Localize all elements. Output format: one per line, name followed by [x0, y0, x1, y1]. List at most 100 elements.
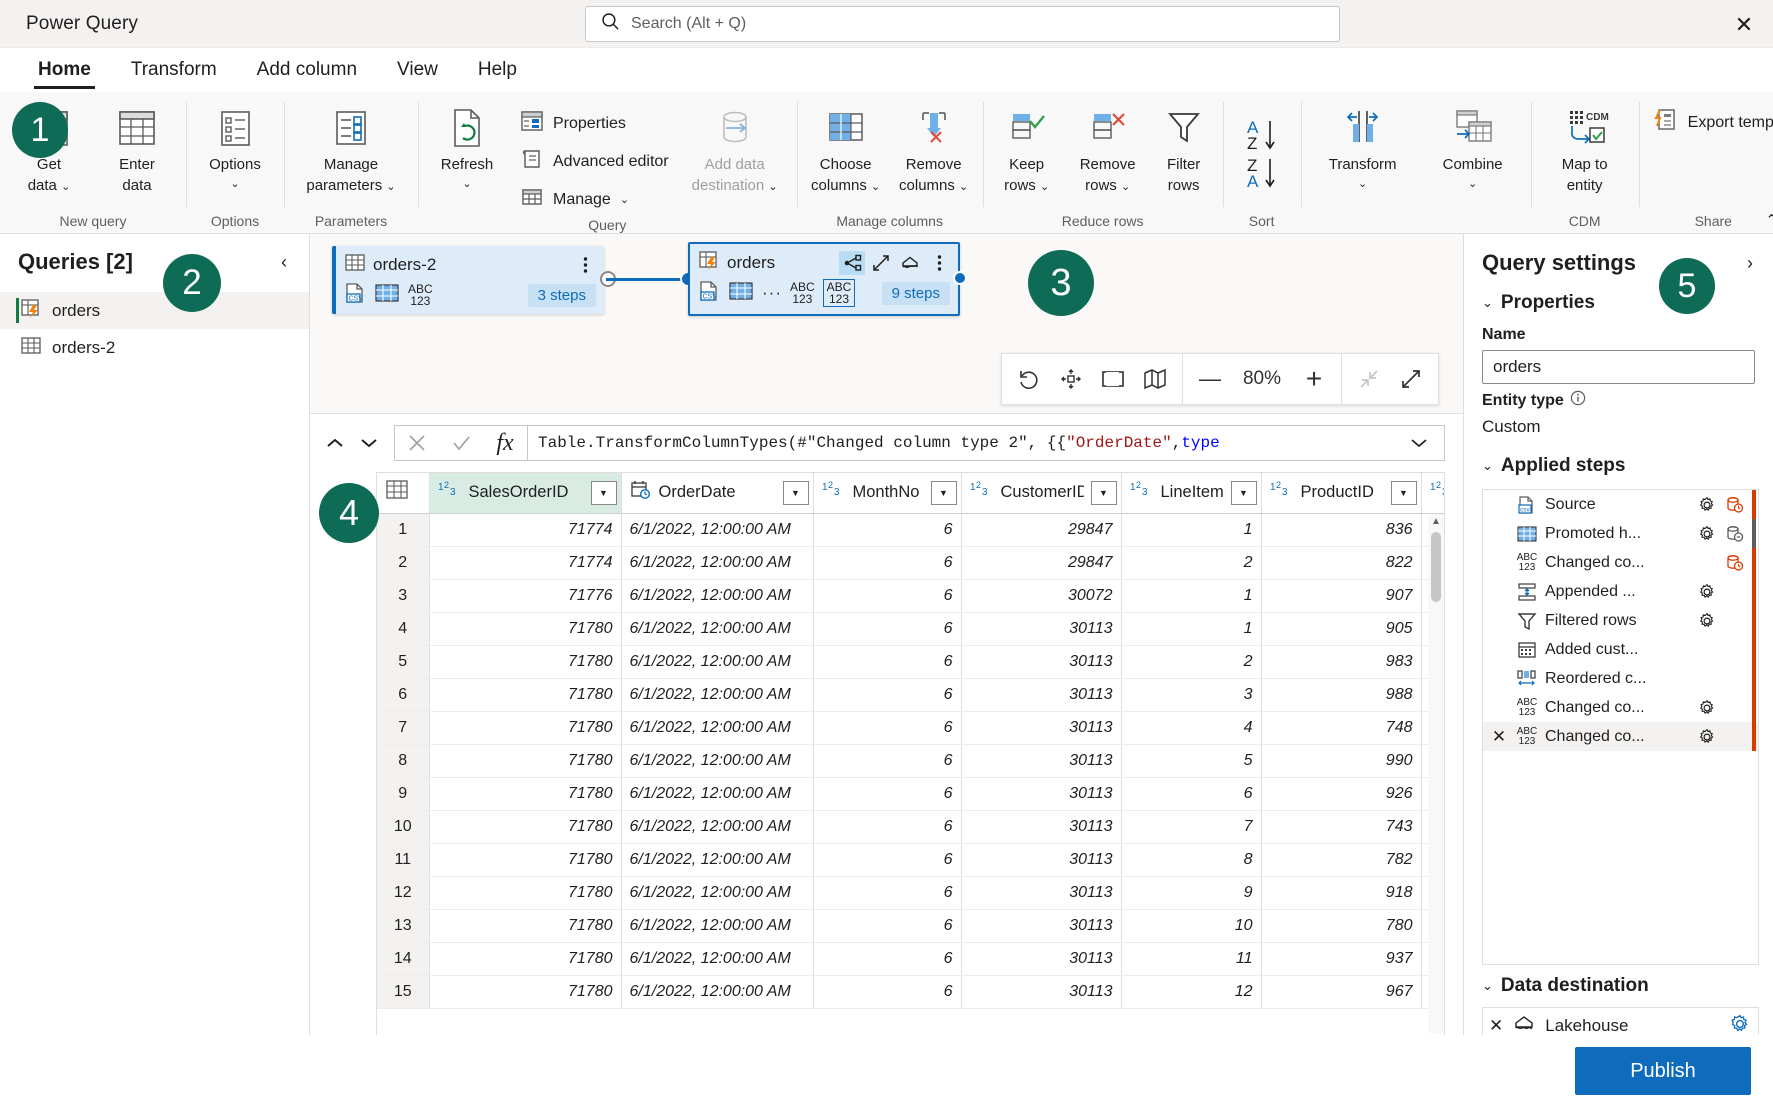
column-header-monthno[interactable]: 123 MonthNo ▼: [813, 473, 961, 513]
properties-button[interactable]: Properties: [512, 106, 677, 141]
table-row[interactable]: 11717806/1/2022, 12:00:00 AM6301138782: [377, 843, 1444, 876]
table-cell[interactable]: 11: [1121, 942, 1261, 975]
table-cell[interactable]: 990: [1261, 744, 1421, 777]
scroll-up-arrow[interactable]: ▲: [1431, 514, 1441, 530]
table-cell[interactable]: 780: [1261, 909, 1421, 942]
table-row[interactable]: 5717806/1/2022, 12:00:00 AM6301132983: [377, 645, 1444, 678]
table-cell[interactable]: 29847: [961, 513, 1121, 546]
table-cell[interactable]: 907: [1261, 579, 1421, 612]
filter-dropdown-icon[interactable]: ▼: [931, 481, 957, 505]
tab-home[interactable]: Home: [22, 48, 107, 91]
expand-diagonal-icon[interactable]: [1390, 359, 1432, 399]
transform-button[interactable]: Transform ⌄: [1307, 100, 1419, 190]
table-cell[interactable]: 836: [1261, 513, 1421, 546]
table-row[interactable]: 1717746/1/2022, 12:00:00 AM6298471836: [377, 513, 1444, 546]
expand-diagonal-icon[interactable]: [868, 251, 894, 275]
tab-help[interactable]: Help: [462, 48, 533, 91]
map-to-entity-button[interactable]: CDM Map to entity: [1537, 100, 1633, 194]
diagram-view[interactable]: orders-2 CSV: [310, 234, 1463, 414]
filter-dropdown-icon[interactable]: ▼: [783, 481, 809, 505]
table-cell[interactable]: 6/1/2022, 12:00:00 AM: [621, 942, 813, 975]
table-cell[interactable]: 30113: [961, 744, 1121, 777]
table-cell[interactable]: 905: [1261, 612, 1421, 645]
table-cell[interactable]: 71780: [429, 744, 621, 777]
table-cell[interactable]: 6/1/2022, 12:00:00 AM: [621, 810, 813, 843]
table-cell[interactable]: 30072: [961, 579, 1121, 612]
table-cell[interactable]: 983: [1261, 645, 1421, 678]
tab-transform[interactable]: Transform: [115, 48, 233, 91]
table-cell[interactable]: 6: [813, 612, 961, 645]
column-header-customerid[interactable]: 123 CustomerID ▼: [961, 473, 1121, 513]
table-cell[interactable]: 30113: [961, 810, 1121, 843]
table-cell[interactable]: 822: [1261, 546, 1421, 579]
table-cell[interactable]: 6: [813, 678, 961, 711]
enter-data-button[interactable]: Enter data: [94, 100, 180, 194]
gear-icon[interactable]: [1696, 496, 1718, 514]
share-icon[interactable]: [839, 251, 865, 275]
refresh-button[interactable]: Refresh ⌄: [424, 100, 510, 190]
table-cell[interactable]: 71780: [429, 942, 621, 975]
table-cell[interactable]: 6: [813, 744, 961, 777]
table-cell[interactable]: 1: [1121, 513, 1261, 546]
table-cell[interactable]: 30113: [961, 975, 1121, 1008]
remove-rows-button[interactable]: Remove rows ⌄: [1067, 100, 1149, 196]
table-row[interactable]: 15717806/1/2022, 12:00:00 AM63011312967: [377, 975, 1444, 1008]
close-icon[interactable]: ✕: [1489, 1016, 1503, 1036]
table-cell[interactable]: 30113: [961, 645, 1121, 678]
collapse-diagonal-icon[interactable]: [1348, 359, 1390, 399]
table-cell[interactable]: 8: [1121, 843, 1261, 876]
table-row[interactable]: 9717806/1/2022, 12:00:00 AM6301136926: [377, 777, 1444, 810]
table-cell[interactable]: 6: [813, 645, 961, 678]
table-row[interactable]: 4717806/1/2022, 12:00:00 AM6301131905: [377, 612, 1444, 645]
table-cell[interactable]: 6: [1121, 777, 1261, 810]
applied-step-item[interactable]: Appended ...: [1483, 577, 1758, 606]
table-cell[interactable]: 937: [1261, 942, 1421, 975]
table-row[interactable]: 7717806/1/2022, 12:00:00 AM6301134748: [377, 711, 1444, 744]
collapse-ribbon-icon[interactable]: ⌃: [1765, 211, 1773, 229]
query-item-orders-2[interactable]: orders-2: [0, 329, 309, 366]
filter-rows-button[interactable]: Filter rows: [1151, 100, 1217, 194]
diagram-node-steps[interactable]: 9 steps: [882, 282, 950, 305]
table-cell[interactable]: 71776: [429, 579, 621, 612]
table-cell[interactable]: 6/1/2022, 12:00:00 AM: [621, 777, 813, 810]
table-cell[interactable]: 71780: [429, 711, 621, 744]
table-cell[interactable]: 71780: [429, 777, 621, 810]
table-cell[interactable]: 918: [1261, 876, 1421, 909]
undo-icon[interactable]: [1008, 359, 1050, 399]
table-cell[interactable]: 5: [1121, 744, 1261, 777]
delete-step-icon[interactable]: ✕: [1489, 727, 1509, 747]
filter-dropdown-icon[interactable]: ▼: [1091, 481, 1117, 505]
choose-columns-button[interactable]: Choose columns ⌄: [803, 100, 889, 196]
table-cell[interactable]: 9: [1121, 876, 1261, 909]
table-cell[interactable]: 748: [1261, 711, 1421, 744]
column-header-or-clipped[interactable]: 123 Or: [1421, 473, 1444, 513]
tab-view[interactable]: View: [381, 48, 454, 91]
close-icon[interactable]: ✕: [1729, 10, 1759, 40]
table-cell[interactable]: 6/1/2022, 12:00:00 AM: [621, 546, 813, 579]
table-cell[interactable]: 71774: [429, 546, 621, 579]
table-cell[interactable]: 4: [1121, 711, 1261, 744]
gear-icon[interactable]: [1696, 699, 1718, 717]
tab-add-column[interactable]: Add column: [241, 48, 373, 91]
info-icon[interactable]: [1570, 390, 1586, 411]
table-cell[interactable]: 71780: [429, 612, 621, 645]
more-vertical-icon[interactable]: [572, 253, 598, 277]
applied-step-item[interactable]: Promoted h...: [1483, 519, 1758, 548]
chevron-down-icon[interactable]: [354, 428, 384, 458]
table-cell[interactable]: 6/1/2022, 12:00:00 AM: [621, 513, 813, 546]
column-header-salesorderid[interactable]: 123 SalesOrderID ▼: [429, 473, 621, 513]
table-cell[interactable]: 30113: [961, 843, 1121, 876]
table-cell[interactable]: 71780: [429, 843, 621, 876]
combine-button[interactable]: Combine ⌄: [1421, 100, 1525, 190]
table-cell[interactable]: 6/1/2022, 12:00:00 AM: [621, 876, 813, 909]
table-cell[interactable]: 6: [813, 711, 961, 744]
fit-to-screen-icon[interactable]: [1092, 359, 1134, 399]
remove-columns-button[interactable]: Remove columns ⌄: [891, 100, 977, 196]
table-cell[interactable]: 782: [1261, 843, 1421, 876]
check-icon[interactable]: [439, 426, 483, 460]
table-cell[interactable]: 6: [813, 513, 961, 546]
lakehouse-icon[interactable]: [897, 251, 923, 275]
diagram-node-orders[interactable]: orders: [688, 242, 960, 316]
table-cell[interactable]: 6: [813, 975, 961, 1008]
formula-expand-icon[interactable]: [1402, 437, 1436, 449]
